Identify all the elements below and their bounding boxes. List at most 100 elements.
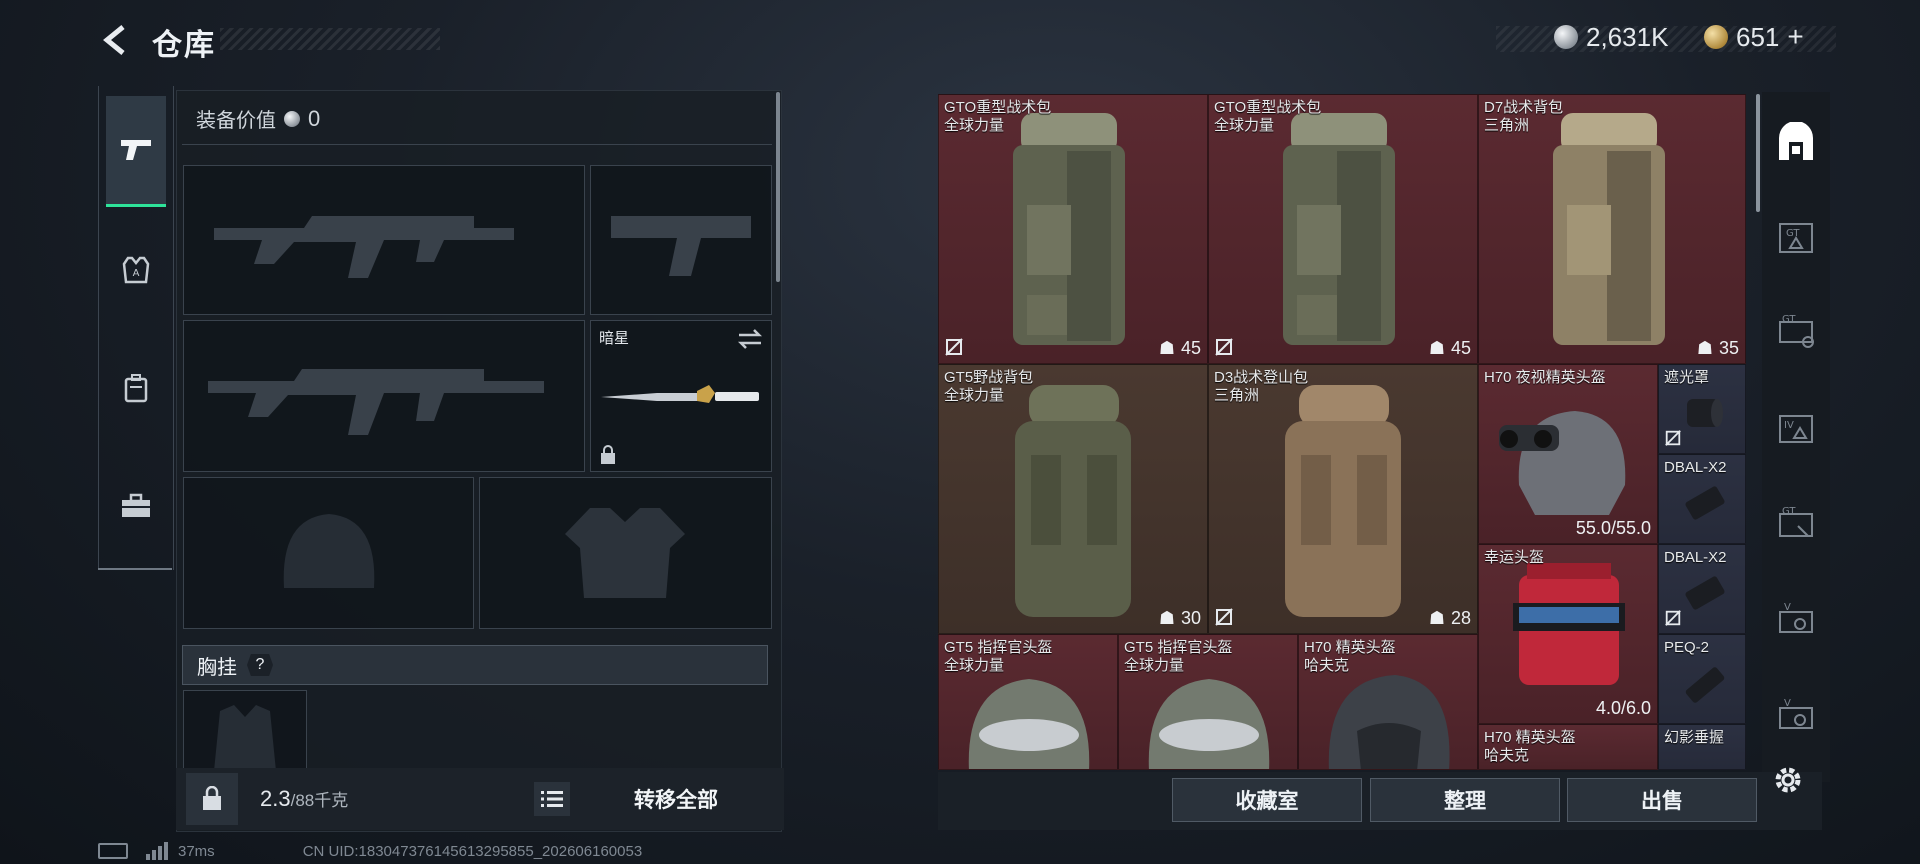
ghost-icon: ☗ xyxy=(1428,608,1445,628)
category-v-1[interactable]: V xyxy=(1770,588,1822,652)
ghost-icon: ☗ xyxy=(1158,338,1175,358)
loadout-footer: 2.3/88千克 转移全部 xyxy=(176,768,784,830)
list-view-button[interactable] xyxy=(534,782,570,816)
heavy-backpack-icon xyxy=(1013,113,1125,345)
pistol-icon xyxy=(121,140,151,160)
storage-item[interactable]: GT5野战背包 全球力量 ☗ 30 xyxy=(938,364,1208,634)
body-armor-slot[interactable] xyxy=(479,477,772,629)
category-v-2[interactable]: V xyxy=(1770,684,1822,748)
svg-text:V: V xyxy=(1784,698,1791,709)
no-insurance-icon xyxy=(945,338,963,356)
melee-slot[interactable]: 暗星 xyxy=(590,320,772,472)
storage-item[interactable]: GT5 指挥官头盔 全球力量 xyxy=(938,634,1118,770)
help-button[interactable]: ? xyxy=(247,654,273,676)
storage-item[interactable]: 幻影垂握 xyxy=(1658,724,1746,770)
category-gt-3[interactable]: GT xyxy=(1770,492,1822,556)
item-name: H70 夜视精英头盔 xyxy=(1484,369,1606,386)
swap-icon[interactable] xyxy=(737,329,763,349)
transfer-all-button[interactable]: 转移全部 xyxy=(576,768,776,830)
storage-item[interactable]: H70 精英头盔 哈夫克 xyxy=(1298,634,1478,770)
ghost-icon: ☗ xyxy=(1158,608,1175,628)
tactical-backpack-icon xyxy=(1553,113,1665,345)
back-button[interactable] xyxy=(96,20,136,60)
category-gt-1[interactable]: GT xyxy=(1770,206,1822,270)
svg-text:IV: IV xyxy=(1784,420,1794,431)
lock-icon xyxy=(203,786,221,810)
melee-name: 暗星 xyxy=(599,330,630,347)
storage-item[interactable]: D7战术背包 三角洲 ☗ 35 xyxy=(1478,94,1746,364)
svg-text:V: V xyxy=(1784,602,1791,613)
silver-coin-icon xyxy=(1554,25,1578,49)
item-name: GTO重型战术包 全球力量 xyxy=(1214,99,1322,134)
storage-grid: GTO重型战术包 全球力量 ☗ 45 GTO重型战术包 全球力量 ☗ 45 D7战术背包… xyxy=(938,94,1746,770)
collection-room-button[interactable]: 收藏室 xyxy=(1172,778,1362,822)
signal-icon xyxy=(146,842,168,860)
heavy-backpack-icon xyxy=(1283,113,1395,345)
no-insurance-icon xyxy=(1215,338,1233,356)
organize-button[interactable]: 整理 xyxy=(1370,778,1560,822)
tab-tools[interactable] xyxy=(106,474,166,538)
helmet-slot[interactable] xyxy=(183,477,474,629)
uid-text: CN UID:183047376145613295855_20260616005… xyxy=(302,842,643,860)
no-insurance-icon xyxy=(1665,430,1681,446)
pistol-silhouette-icon xyxy=(611,216,751,276)
item-name: D3战术登山包 三角洲 xyxy=(1214,369,1309,404)
gear-category-icon: GT xyxy=(1779,223,1813,253)
storage-item[interactable]: GTO重型战术包 全球力量 ☗ 45 xyxy=(1208,94,1478,364)
category-iv[interactable]: IV xyxy=(1770,396,1822,460)
pistol-slot[interactable] xyxy=(590,165,772,315)
svg-text:GT: GT xyxy=(1786,228,1800,239)
tab-armor[interactable]: A xyxy=(106,238,166,302)
current-weight: 2.3 xyxy=(260,786,291,811)
settings-button[interactable] xyxy=(1768,760,1808,800)
chest-rig-silhouette-icon xyxy=(214,705,276,771)
gear-category-icon: IV xyxy=(1779,415,1813,443)
item-name: 幸运头盔 xyxy=(1484,549,1545,566)
gold-coin-icon xyxy=(1704,25,1728,49)
svg-text:GT: GT xyxy=(1782,506,1796,517)
item-capacity: ☗ 35 xyxy=(1696,338,1739,358)
equip-value-amount: 0 xyxy=(308,105,321,131)
storage-item[interactable]: DBAL-X2 xyxy=(1658,454,1746,544)
item-durability: 55.0/55.0 xyxy=(1575,518,1651,538)
chest-rig-label: 胸挂 xyxy=(197,656,237,679)
weight-capacity: /88千克 xyxy=(290,791,349,810)
storage-item[interactable]: PEQ-2 xyxy=(1658,634,1746,724)
storage-item[interactable]: H70 夜视精英头盔 55.0/55.0 xyxy=(1478,364,1658,544)
storage-item[interactable]: D3战术登山包 三角洲 ☗ 28 xyxy=(1208,364,1478,634)
add-gold-button[interactable]: + xyxy=(1787,21,1803,53)
tab-backpack[interactable] xyxy=(106,356,166,420)
all-items-icon xyxy=(1779,122,1813,160)
svg-text:GT: GT xyxy=(1782,314,1796,325)
item-name: GT5 指挥官头盔 全球力量 xyxy=(944,639,1053,674)
loadout-scrollbar[interactable] xyxy=(776,92,780,282)
chevron-left-icon xyxy=(103,25,125,55)
storage-item[interactable]: H70 精英头盔 哈夫克 xyxy=(1478,724,1658,770)
chest-rig-slot[interactable] xyxy=(183,690,307,772)
storage-item[interactable]: 遮光罩 xyxy=(1658,364,1746,454)
item-name: D7战术背包 三角洲 xyxy=(1484,99,1564,134)
storage-item[interactable]: 幸运头盔 4.0/6.0 xyxy=(1478,544,1658,724)
category-all[interactable] xyxy=(1770,110,1822,174)
title-decoration xyxy=(220,28,440,50)
silver-currency: 2,631K xyxy=(1554,20,1668,54)
category-gt-2[interactable]: GT xyxy=(1770,300,1822,364)
storage-scrollbar[interactable] xyxy=(1756,94,1760,212)
gear-category-icon: V xyxy=(1779,698,1813,729)
item-durability: 4.0/6.0 xyxy=(1595,698,1651,718)
no-insurance-icon xyxy=(1215,608,1233,626)
storage-item[interactable]: DBAL-X2 xyxy=(1658,544,1746,634)
secondary-weapon-slot[interactable] xyxy=(183,320,585,472)
item-name: DBAL-X2 xyxy=(1664,459,1727,476)
item-name: GT5 指挥官头盔 全球力量 xyxy=(1124,639,1233,674)
storage-item[interactable]: GTO重型战术包 全球力量 ☗ 45 xyxy=(938,94,1208,364)
primary-weapon-slot[interactable] xyxy=(183,165,585,315)
item-name: 遮光罩 xyxy=(1664,369,1710,386)
storage-item[interactable]: GT5 指挥官头盔 全球力量 xyxy=(1118,634,1298,770)
tab-weapons[interactable] xyxy=(106,96,166,207)
lock-button[interactable] xyxy=(186,773,238,825)
gold-currency[interactable]: 651 + xyxy=(1704,20,1804,54)
knife-icon xyxy=(601,385,759,403)
sell-button[interactable]: 出售 xyxy=(1567,778,1757,822)
climbing-backpack-icon xyxy=(1285,385,1401,617)
